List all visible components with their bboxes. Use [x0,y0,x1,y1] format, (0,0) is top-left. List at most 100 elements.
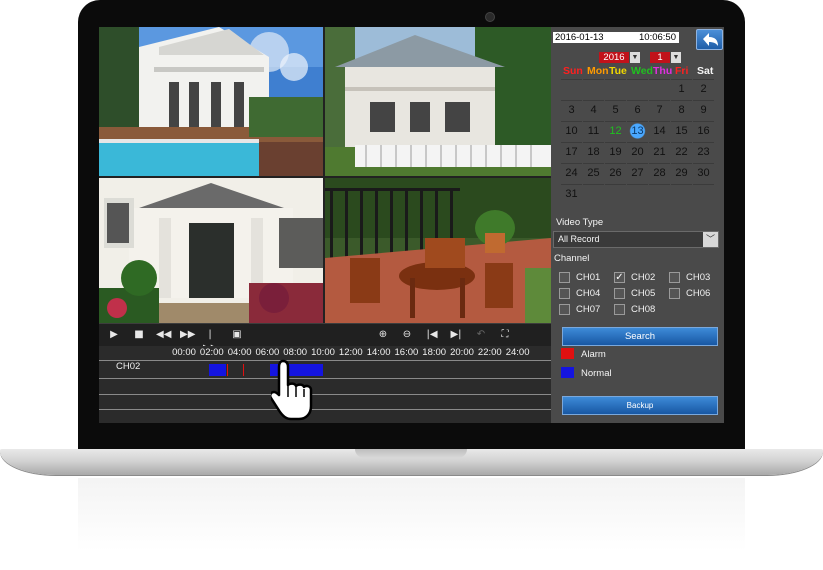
calendar-cell [671,184,692,205]
calendar-day[interactable]: 5 [605,100,626,120]
stop-icon[interactable]: ■ [132,328,146,342]
date-text: 2016-01-13 [555,32,604,43]
search-button[interactable]: Search [562,327,718,346]
camera-view-1[interactable] [99,27,323,176]
channel-checkbox-label: CH06 [686,288,711,299]
backup-button[interactable]: Backup [562,396,718,415]
alarm-record-segment[interactable] [227,364,245,376]
calendar-day[interactable]: 31 [561,184,582,204]
calendar-day[interactable]: 3 [561,100,582,120]
weekday-label: Tue [609,65,627,77]
channel-checkbox[interactable] [559,288,570,299]
month-select[interactable]: 1 [650,52,670,63]
calendar-day[interactable]: 8 [671,100,692,120]
calendar-day[interactable]: 29 [671,163,692,183]
calendar-day[interactable]: 21 [649,142,670,162]
timeline-hour-label: 12:00 [338,347,363,358]
calendar-day[interactable]: 27 [627,163,648,183]
channel-checkbox[interactable] [669,272,680,283]
timeline-hour-label: 08:00 [283,347,308,358]
calendar-day[interactable]: 10 [561,121,582,141]
chevron-down-icon: ﹀ [703,232,718,247]
video-type-select[interactable]: All Record ﹀ [553,231,719,248]
back-button[interactable] [696,29,723,50]
weekday-label: Thu [653,65,673,77]
video-type-value: All Record [558,234,600,244]
back-arrow-icon [703,33,718,46]
timeline-gridline [99,394,551,395]
timeline-hour-label: 18:00 [422,347,447,358]
play-icon[interactable]: ▶ [107,328,121,342]
timeline-channel-label: CH02 [116,361,141,372]
calendar-day[interactable]: 23 [693,142,714,162]
channel-checkbox-label: CH02 [631,272,656,283]
calendar-day[interactable]: 4 [583,100,604,120]
calendar-cell [649,184,670,205]
zoom-out-icon[interactable]: ⊖ [400,328,414,342]
calendar-day[interactable]: 18 [583,142,604,162]
calendar-day[interactable]: 16 [693,121,714,141]
calendar-day[interactable]: 25 [583,163,604,183]
video-type-label: Video Type [556,217,604,228]
channel-checkbox[interactable] [669,288,680,299]
channel-checkbox[interactable] [559,304,570,315]
calendar-day[interactable]: 19 [605,142,626,162]
calendar-day[interactable]: 7 [649,100,670,120]
month-dropdown-icon[interactable]: ▼ [671,52,681,63]
camera-view-2[interactable] [325,27,551,176]
calendar-day[interactable]: 15 [671,121,692,141]
timeline-gridline [99,360,551,361]
reflection [78,478,745,570]
channel-checkbox-label: CH01 [576,272,601,283]
calendar-day[interactable]: 14 [649,121,670,141]
next-icon[interactable]: ▶| [449,328,463,342]
calendar-day[interactable]: 22 [671,142,692,162]
calendar-day[interactable]: 13 [627,121,648,141]
timeline-hour-label: 04:00 [227,347,252,358]
return-icon[interactable]: ↶ [474,328,488,342]
fast-forward-icon[interactable]: ▶▶ [180,328,195,342]
year-select[interactable]: 2016 [599,52,629,63]
calendar-day[interactable]: 9 [693,100,714,120]
calendar-cell [583,79,604,100]
calendar-day[interactable]: 24 [561,163,582,183]
channel-checkbox[interactable] [614,304,625,315]
timeline-hour-label: 00:00 [172,347,196,358]
timeline[interactable]: 00:00 02:00 04:00 06:00 08:00 10:00 12:00 14:00… [99,346,551,423]
year-dropdown-icon[interactable]: ▼ [630,52,640,63]
previous-icon[interactable]: |◀ [425,328,439,342]
calendar-cell [627,79,648,100]
calendar-day[interactable]: 12 [605,121,626,141]
zoom-in-icon[interactable]: ⊕ [376,328,390,342]
calendar-day[interactable]: 17 [561,142,582,162]
channel-checkbox-label: CH04 [576,288,601,299]
calendar-day[interactable]: 2 [693,79,714,99]
channel-checkbox[interactable] [559,272,570,283]
calendar-day[interactable]: 11 [583,121,604,141]
calendar-day[interactable]: 30 [693,163,714,183]
calendar-day[interactable]: 1 [671,79,692,99]
weekday-label: Wed [631,65,653,77]
calendar-day[interactable]: 6 [627,100,648,120]
channel-checkbox[interactable] [614,288,625,299]
normal-record-segment[interactable] [209,364,226,376]
fullscreen-icon[interactable]: ⛶ [498,328,512,342]
calendar-day[interactable]: 28 [649,163,670,183]
alarm-swatch [561,348,574,359]
camera-view-4[interactable] [325,178,551,323]
timeline-gridline [99,409,551,410]
rewind-icon[interactable]: ◀◀ [156,328,171,342]
timeline-hour-label: 24:00 [505,347,530,358]
calendar-day[interactable]: 26 [605,163,626,183]
channel-checkbox-label: CH03 [686,272,711,283]
camera-view-3[interactable] [99,178,323,323]
channel-checkbox[interactable]: ✓ [614,272,625,283]
hand-cursor-icon [271,359,313,421]
snapshot-icon[interactable]: ▣ [230,328,244,342]
calendar-day[interactable]: 20 [627,142,648,162]
alarm-legend-label: Alarm [581,349,606,360]
normal-swatch [561,367,574,378]
dvr-screen: ▶ ■ ◀◀ ▶▶ |▶▶ ▣ ⊕ ⊖ |◀ ▶| ↶ ⛶ 00:0002:00… [99,27,724,423]
step-forward-icon[interactable]: |▶▶ [203,328,218,354]
calendar-cell [605,79,626,100]
